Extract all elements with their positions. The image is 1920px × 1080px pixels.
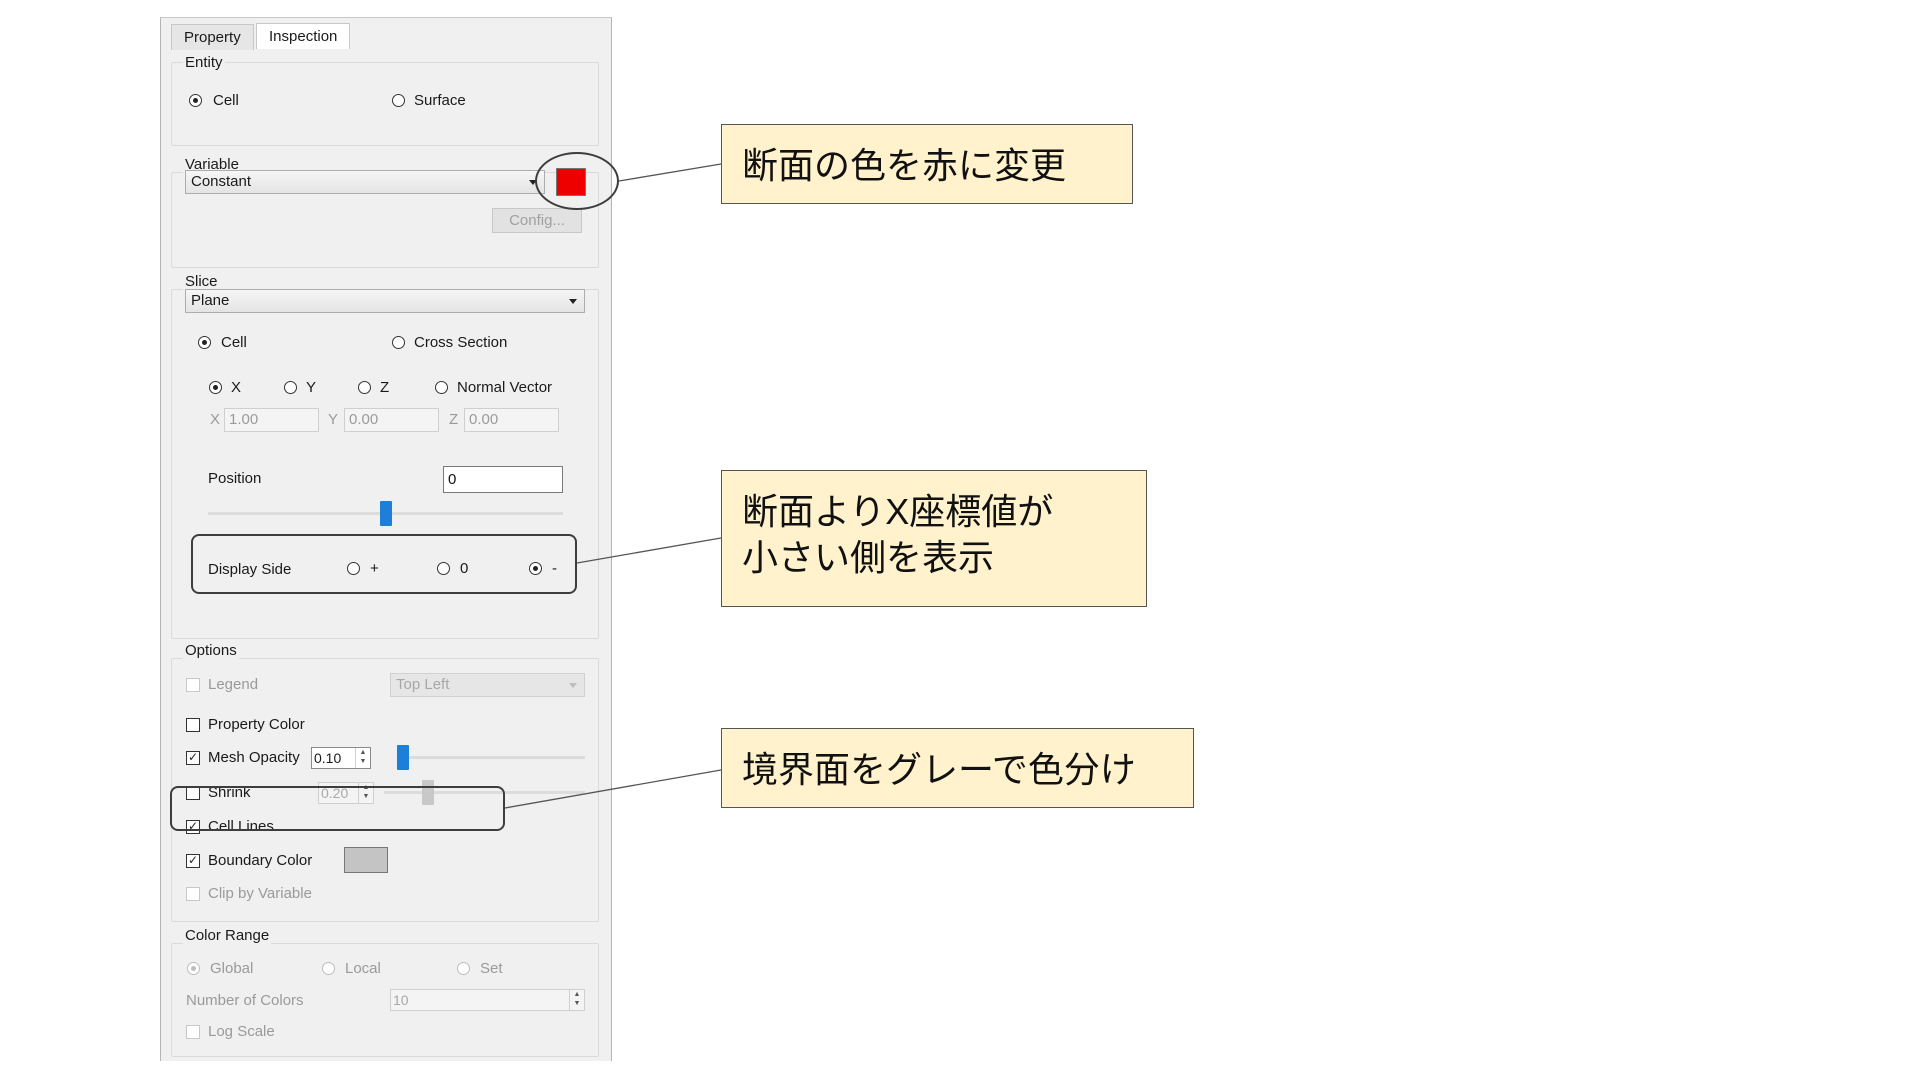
leader-line-3 [504, 769, 722, 809]
callout-display-side: 断面よりX座標値が 小さい側を表示 [721, 470, 1147, 607]
leader-line-2 [576, 537, 722, 564]
callout-red-color: 断面の色を赤に変更 [721, 124, 1133, 204]
leader-line-1 [618, 163, 722, 182]
callout-boundary-grey: 境界面をグレーで色分け [721, 728, 1194, 808]
